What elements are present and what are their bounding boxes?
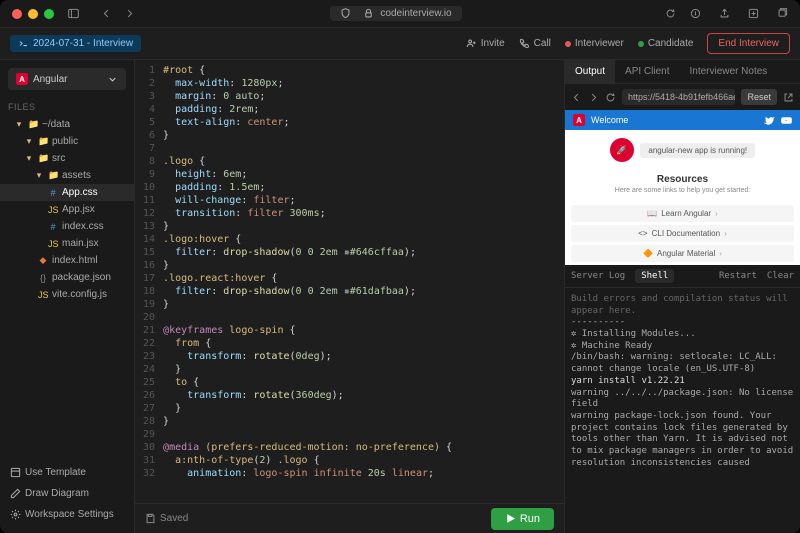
forward-icon[interactable] xyxy=(124,8,135,19)
app-preview[interactable]: A Welcome 🚀 angular-new app is running! … xyxy=(565,110,800,265)
call-button[interactable]: Call xyxy=(519,38,551,49)
file-public[interactable]: ▾📁public xyxy=(0,133,134,150)
browser-url[interactable]: codeinterview.io xyxy=(330,6,461,21)
app-topbar: 2024-07-31 - Interview Invite Call Inter… xyxy=(0,28,800,60)
save-status: Saved xyxy=(145,513,188,524)
file-App-css[interactable]: #App.css xyxy=(0,184,134,201)
resources-subtitle: Here are some links to help you get star… xyxy=(569,187,796,194)
back-icon[interactable] xyxy=(101,8,112,19)
welcome-text: Welcome xyxy=(591,115,628,125)
file-package-json[interactable]: {}package.json xyxy=(0,269,134,286)
reload-icon[interactable] xyxy=(665,8,676,19)
resource-link[interactable]: 📖 Learn Angular › xyxy=(571,205,794,222)
shield-icon xyxy=(340,8,351,19)
tab-label: 2024-07-31 - Interview xyxy=(33,38,133,49)
file-main-jsx[interactable]: JSmain.jsx xyxy=(0,235,134,252)
file-App-jsx[interactable]: JSApp.jsx xyxy=(0,201,134,218)
console-tab-serverlog[interactable]: Server Log xyxy=(571,271,625,281)
new-tab-icon[interactable] xyxy=(748,8,759,19)
sidebar: A Angular FILES ▾📁~/data▾📁public▾📁src▾📁a… xyxy=(0,60,135,533)
file-assets[interactable]: ▾📁assets xyxy=(0,167,134,184)
end-interview-button[interactable]: End Interview xyxy=(707,33,790,54)
clear-button[interactable]: Clear xyxy=(767,271,794,281)
output-tab-api-client[interactable]: API Client xyxy=(615,60,679,83)
file-index-html[interactable]: ◆index.html xyxy=(0,252,134,269)
output-tab-output[interactable]: Output xyxy=(565,60,615,83)
reload-icon[interactable] xyxy=(605,92,616,103)
use-template-button[interactable]: Use Template xyxy=(0,462,134,483)
file-vite-config-js[interactable]: JSvite.config.js xyxy=(0,286,134,303)
line-gutter: 1234567891011121314151617181920212223242… xyxy=(135,64,163,503)
external-icon[interactable] xyxy=(783,92,794,103)
share-icon[interactable] xyxy=(719,8,730,19)
console-tab-shell[interactable]: Shell xyxy=(635,269,674,283)
console-output[interactable]: Build errors and compilation status will… xyxy=(565,288,800,533)
angular-logo-icon: A xyxy=(573,114,585,126)
code-body[interactable]: #root { max-width: 1280px; margin: 0 aut… xyxy=(163,64,564,503)
code-editor[interactable]: 1234567891011121314151617181920212223242… xyxy=(135,60,564,533)
forward-icon[interactable] xyxy=(588,92,599,103)
download-icon[interactable] xyxy=(690,8,701,19)
output-tabs: OutputAPI ClientInterviewer Notes xyxy=(565,60,800,84)
interviewer-status: Interviewer xyxy=(565,38,624,49)
youtube-icon[interactable] xyxy=(781,115,792,126)
reset-button[interactable]: Reset xyxy=(741,89,777,105)
framework-dropdown[interactable]: A Angular xyxy=(8,68,126,90)
url-text: codeinterview.io xyxy=(380,8,451,19)
run-button[interactable]: Run xyxy=(491,508,554,530)
invite-icon xyxy=(466,38,477,49)
play-icon xyxy=(505,513,516,524)
pencil-icon xyxy=(10,488,21,499)
resource-link[interactable]: 🔶 Angular Material › xyxy=(571,245,794,262)
phone-icon xyxy=(519,38,530,49)
restart-button[interactable]: Restart xyxy=(719,271,757,281)
resources-title: Resources xyxy=(569,174,796,185)
sidebar-toggle-icon[interactable] xyxy=(68,8,79,19)
lock-icon xyxy=(363,8,374,19)
hero-text: angular-new app is running! xyxy=(640,143,755,158)
invite-button[interactable]: Invite xyxy=(466,38,505,49)
chevron-down-icon xyxy=(107,74,118,85)
tabs-icon[interactable] xyxy=(777,8,788,19)
candidate-status: Candidate xyxy=(638,38,694,49)
browser-titlebar: codeinterview.io xyxy=(0,0,800,28)
rocket-icon: 🚀 xyxy=(610,138,634,162)
workspace-settings-button[interactable]: Workspace Settings xyxy=(0,504,134,525)
file---data[interactable]: ▾📁~/data xyxy=(0,116,134,133)
window-controls[interactable] xyxy=(12,9,54,19)
right-panel: OutputAPI ClientInterviewer Notes https:… xyxy=(564,60,800,533)
file-src[interactable]: ▾📁src xyxy=(0,150,134,167)
interview-tab[interactable]: 2024-07-31 - Interview xyxy=(10,35,141,52)
preview-url-input[interactable]: https://5418-4b91fefb466ae... xyxy=(622,89,735,105)
files-section-label: FILES xyxy=(0,98,134,116)
file-index-css[interactable]: #index.css xyxy=(0,218,134,235)
template-icon xyxy=(10,467,21,478)
resource-link[interactable]: <> CLI Documentation › xyxy=(571,225,794,242)
twitter-icon[interactable] xyxy=(764,115,775,126)
back-icon[interactable] xyxy=(571,92,582,103)
saved-icon xyxy=(145,513,156,524)
output-tab-interviewer-notes[interactable]: Interviewer Notes xyxy=(680,60,778,83)
draw-diagram-button[interactable]: Draw Diagram xyxy=(0,483,134,504)
angular-icon: A xyxy=(16,73,28,85)
console-panel: Server Log Shell Restart Clear Build err… xyxy=(565,265,800,533)
gear-icon xyxy=(10,509,21,520)
terminal-icon xyxy=(18,38,29,49)
